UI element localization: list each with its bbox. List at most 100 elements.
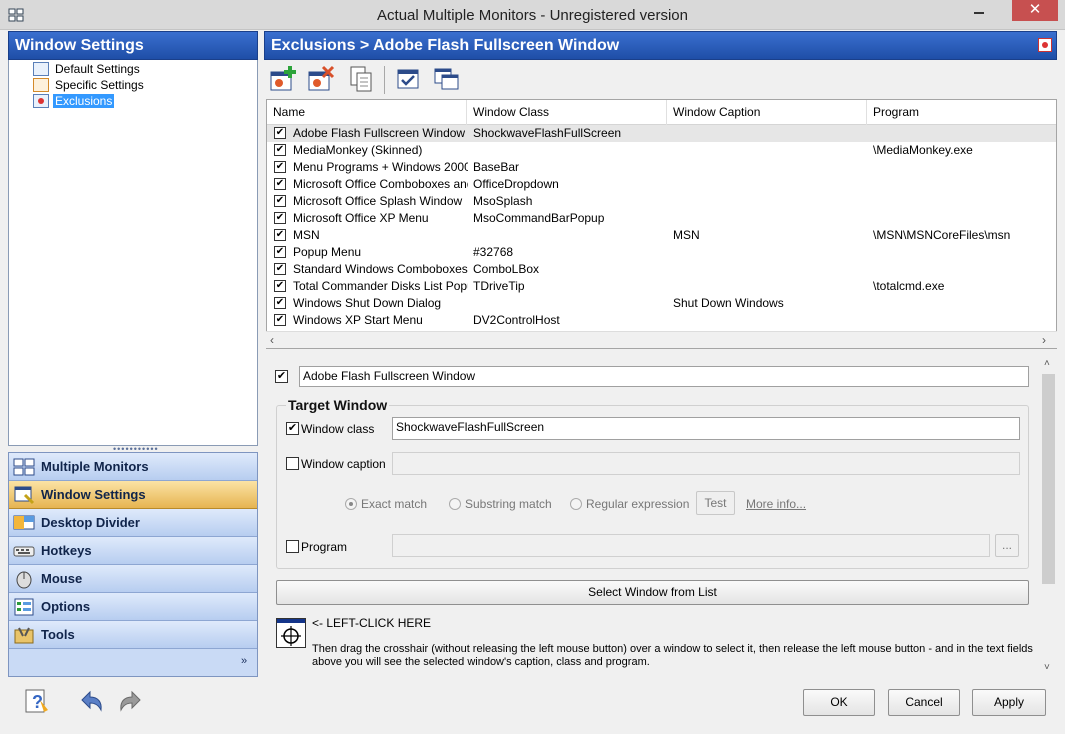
row-checkbox[interactable]: ✔ xyxy=(274,161,286,173)
table-cell-class: ShockwaveFlashFullScreen xyxy=(473,126,622,140)
table-cell-class: ComboLBox xyxy=(473,262,540,276)
select-window-from-list-button[interactable]: Select Window from List xyxy=(276,580,1029,605)
monitors-icon xyxy=(13,458,35,475)
vertical-scrollbar[interactable]: ˄ ˅ xyxy=(1040,356,1057,678)
exclusion-icon xyxy=(33,94,49,108)
substring-match-radio[interactable] xyxy=(449,498,461,510)
nav-item-label: Desktop Divider xyxy=(41,515,140,530)
copy-icon[interactable] xyxy=(346,64,376,94)
tree-item-specific-settings[interactable]: Specific Settings xyxy=(33,77,146,93)
crosshair-icon xyxy=(281,626,301,646)
regular-expression-radio[interactable] xyxy=(570,498,582,510)
delete-exclusion-icon[interactable] xyxy=(306,64,336,94)
nav-item-hotkeys[interactable]: Hotkeys xyxy=(9,537,257,565)
windows-icon[interactable] xyxy=(432,64,462,94)
table-row[interactable]: ✔ Microsoft Office XP Menu MsoCommandBarPo… xyxy=(267,210,1056,227)
desktop-divider-icon xyxy=(13,515,35,529)
table-row[interactable]: ✔ Windows Shut Down Dialog Shut Down Windo… xyxy=(267,295,1056,312)
ok-button[interactable]: OK xyxy=(803,689,875,716)
table-row[interactable]: ✔ Total Commander Disks List Popup TDriveT… xyxy=(267,278,1056,295)
window-class-input[interactable]: ShockwaveFlashFullScreen xyxy=(392,417,1020,440)
scroll-left-icon[interactable]: ‹ xyxy=(270,333,274,347)
browse-program-button[interactable]: ... xyxy=(995,534,1019,557)
toolbar xyxy=(264,60,1057,98)
row-checkbox[interactable]: ✔ xyxy=(274,246,286,258)
nav-item-window-settings[interactable]: Window Settings xyxy=(9,481,257,509)
help-icon[interactable]: ? xyxy=(22,686,52,716)
scroll-right-icon[interactable]: › xyxy=(1042,333,1046,347)
table-cell-name: Microsoft Office Comboboxes and ... xyxy=(293,177,468,191)
table-row[interactable]: ✔ Windows XP Start Menu DV2ControlHost xyxy=(267,312,1056,329)
close-button[interactable]: ✕ xyxy=(1012,0,1058,21)
apply-button[interactable]: Apply xyxy=(972,689,1046,716)
table-row[interactable]: ✔ MSN MSN \MSN\MSNCoreFiles\msn xyxy=(267,227,1056,244)
options-icon xyxy=(14,598,34,615)
table-cell-class: BaseBar xyxy=(473,160,520,174)
column-header-program[interactable]: Program xyxy=(867,100,1056,125)
navigation-pane: Multiple Monitors Window Settings Deskto… xyxy=(8,452,258,677)
tree-item-exclusions[interactable]: Exclusions xyxy=(33,93,115,109)
check-all-icon[interactable] xyxy=(394,64,424,94)
test-button[interactable]: Test xyxy=(696,491,735,515)
row-checkbox[interactable]: ✔ xyxy=(274,127,286,139)
nav-expand-chevron-icon[interactable]: » xyxy=(241,655,247,667)
crosshair-drag-target[interactable] xyxy=(276,618,306,648)
left-panel-header: Window Settings xyxy=(8,31,258,60)
undo-icon[interactable] xyxy=(76,686,106,716)
minimize-button[interactable] xyxy=(966,0,992,21)
nav-item-multiple-monitors[interactable]: Multiple Monitors xyxy=(9,453,257,481)
table-row[interactable]: ✔ Menu Programs + Windows 2000 ... BaseBar xyxy=(267,159,1056,176)
more-info-link[interactable]: More info... xyxy=(746,497,806,511)
table-cell-name: Menu Programs + Windows 2000 ... xyxy=(293,160,468,174)
window-caption-input[interactable] xyxy=(392,452,1020,475)
row-checkbox[interactable]: ✔ xyxy=(274,195,286,207)
tree-item-default-settings[interactable]: Default Settings xyxy=(33,61,142,77)
program-checkbox[interactable] xyxy=(286,540,299,553)
row-checkbox[interactable]: ✔ xyxy=(274,297,286,309)
exclusions-table: Name Window Class Window Caption Program… xyxy=(266,99,1057,349)
nav-item-tools[interactable]: Tools xyxy=(9,621,257,649)
add-exclusion-icon[interactable] xyxy=(268,64,298,94)
exclusion-name-input[interactable]: Adobe Flash Fullscreen Window xyxy=(299,366,1029,387)
column-header-name[interactable]: Name xyxy=(267,100,467,125)
row-checkbox[interactable]: ✔ xyxy=(274,144,286,156)
redo-icon[interactable] xyxy=(116,686,146,716)
row-checkbox[interactable]: ✔ xyxy=(274,178,286,190)
row-checkbox[interactable]: ✔ xyxy=(274,229,286,241)
table-row[interactable]: ✔ MediaMonkey (Skinned) \MediaMonkey.exe xyxy=(267,142,1056,159)
row-checkbox[interactable]: ✔ xyxy=(274,314,286,326)
window-caption-checkbox[interactable] xyxy=(286,457,299,470)
table-cell-program: \totalcmd.exe xyxy=(873,279,945,293)
table-row[interactable]: ✔ Microsoft Office Splash Window MsoSplash xyxy=(267,193,1056,210)
row-checkbox[interactable]: ✔ xyxy=(274,263,286,275)
column-header-window-class[interactable]: Window Class xyxy=(467,100,667,125)
horizontal-scrollbar[interactable]: ‹ › xyxy=(266,331,1057,348)
scroll-down-icon[interactable]: ˅ xyxy=(1044,662,1050,673)
program-input[interactable] xyxy=(392,534,990,557)
tree-item-label: Exclusions xyxy=(53,94,115,108)
window-class-checkbox[interactable]: ✔ xyxy=(286,422,299,435)
keyboard-icon xyxy=(13,546,35,556)
exact-match-radio[interactable] xyxy=(345,498,357,510)
row-checkbox[interactable]: ✔ xyxy=(274,212,286,224)
table-row[interactable]: ✔ Standard Windows Comboboxes a... ComboLB… xyxy=(267,261,1056,278)
nav-item-desktop-divider[interactable]: Desktop Divider xyxy=(9,509,257,537)
target-window-title: Target Window xyxy=(286,397,390,413)
table-cell-name: Microsoft Office XP Menu xyxy=(293,211,429,225)
table-cell-name: Standard Windows Comboboxes a... xyxy=(293,262,468,276)
table-cell-name: Windows Shut Down Dialog xyxy=(293,296,442,310)
scrollbar-thumb[interactable] xyxy=(1042,374,1055,584)
exclusion-enabled-checkbox[interactable]: ✔ xyxy=(275,370,288,383)
scroll-up-icon[interactable]: ˄ xyxy=(1044,358,1050,369)
nav-item-mouse[interactable]: Mouse xyxy=(9,565,257,593)
table-cell-name: Popup Menu xyxy=(293,245,362,259)
nav-item-options[interactable]: Options xyxy=(9,593,257,621)
cancel-button[interactable]: Cancel xyxy=(888,689,960,716)
table-row[interactable]: ✔ Microsoft Office Comboboxes and ... Offi… xyxy=(267,176,1056,193)
table-row[interactable]: ✔ Adobe Flash Fullscreen Window ShockwaveF… xyxy=(267,125,1056,142)
tree-item-label: Specific Settings xyxy=(55,78,144,92)
window-title: Actual Multiple Monitors - Unregistered … xyxy=(377,7,688,24)
table-row[interactable]: ✔ Popup Menu #32768 xyxy=(267,244,1056,261)
column-header-window-caption[interactable]: Window Caption xyxy=(667,100,867,125)
row-checkbox[interactable]: ✔ xyxy=(274,280,286,292)
